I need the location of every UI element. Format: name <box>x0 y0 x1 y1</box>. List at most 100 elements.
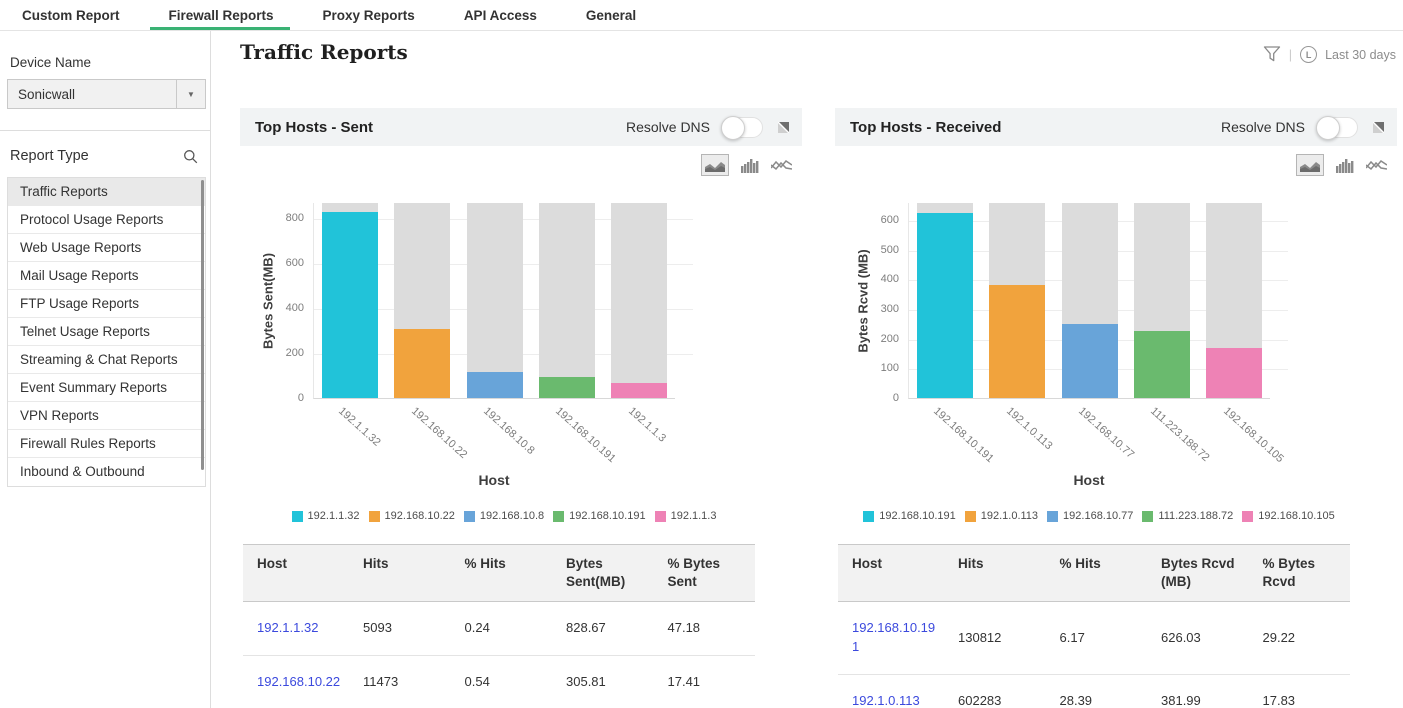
bar-column[interactable] <box>1053 203 1125 398</box>
tab-firewall-reports[interactable]: Firewall Reports <box>149 0 290 30</box>
x-axis-label: 192.168.10.8 <box>480 405 537 457</box>
sidebar-item-inbound-outbound[interactable]: Inbound & Outbound <box>8 458 205 486</box>
bar-column[interactable] <box>458 203 530 398</box>
bar-fill <box>538 377 595 398</box>
table-header-cell: Host <box>838 543 944 603</box>
panel-header: Top Hosts - Received Resolve DNS <box>835 108 1397 146</box>
panel-header: Top Hosts - Sent Resolve DNS <box>240 108 802 146</box>
bar-track <box>538 203 595 398</box>
x-axis-label: 192.168.10.191 <box>931 405 997 466</box>
tab-custom-report[interactable]: Custom Report <box>22 0 120 30</box>
bar-column[interactable] <box>603 203 675 398</box>
filter-icon[interactable] <box>1263 46 1281 63</box>
legend-item[interactable]: 111.223.188.72 <box>1142 510 1233 522</box>
legend-swatch <box>964 510 976 522</box>
plot-area <box>908 203 1288 399</box>
table-cell: 305.81 <box>552 655 654 708</box>
device-select[interactable]: Sonicwall ▼ <box>7 79 206 109</box>
legend-item[interactable]: 192.168.10.8 <box>463 510 545 522</box>
legend-item[interactable]: 192.168.10.22 <box>368 510 455 522</box>
sidebar-item-traffic-reports[interactable]: Traffic Reports <box>8 178 205 206</box>
x-axis-label: 192.1.1.32 <box>336 405 383 449</box>
host-link[interactable]: 192.1.0.113 <box>852 693 920 708</box>
y-axis-tick: 100 <box>880 362 899 375</box>
sidebar-item-web-usage-reports[interactable]: Web Usage Reports <box>8 234 205 262</box>
sidebar-item-event-summary-reports[interactable]: Event Summary Reports <box>8 374 205 402</box>
table-cell: 17.83 <box>1248 674 1350 708</box>
top-hosts-table: Host Hits% Hits Bytes Rcvd (MB)% Bytes Rcv… <box>838 543 1350 708</box>
y-axis-tick: 200 <box>285 346 304 359</box>
y-axis-tick: 800 <box>285 211 304 224</box>
top-hosts-sent-table: Host Hits% Hits Bytes Sent(MB)% Bytes Sent… <box>243 543 755 708</box>
bar-fill <box>610 382 667 398</box>
table-row: 192.168.10.191 130812 6.17 626.03 29.22 <box>838 601 1350 676</box>
legend-swatch <box>1047 510 1059 522</box>
bar-column[interactable] <box>1198 203 1270 398</box>
x-axis-label: 192.168.10.191 <box>553 405 619 466</box>
panel-top-hosts-received: Top Hosts - Received Resolve DNS Bytes R… <box>835 108 1397 708</box>
host-link[interactable]: 192.168.10.191 <box>852 620 935 654</box>
clock-icon[interactable]: L <box>1300 46 1318 63</box>
legend-item[interactable]: 192.1.0.113 <box>964 510 1038 522</box>
x-axis-title: Host <box>1073 472 1105 488</box>
table-cell: 11473 <box>349 655 451 708</box>
scrollbar[interactable] <box>201 180 204 470</box>
host-cell: 192.168.10.22 <box>243 655 349 708</box>
sidebar-item-firewall-rules-reports[interactable]: Firewall Rules Reports <box>8 430 205 458</box>
toggle-knob <box>721 115 745 140</box>
legend-item[interactable]: 192.168.10.191 <box>553 510 646 522</box>
sidebar-item-telnet-usage-reports[interactable]: Telnet Usage Reports <box>8 318 205 346</box>
legend-item[interactable]: 192.168.10.105 <box>1242 510 1335 522</box>
search-icon[interactable] <box>183 149 198 164</box>
sidebar-item-streaming-chat-reports[interactable]: Streaming & Chat Reports <box>8 346 205 374</box>
legend-label: 192.168.10.8 <box>479 510 545 522</box>
panel-title: Top Hosts - Received <box>850 118 1002 136</box>
chevron-down-icon[interactable]: ▼ <box>176 80 205 108</box>
bar-column[interactable] <box>909 203 981 398</box>
y-axis-tick: 300 <box>880 302 899 315</box>
table-cell: 828.67 <box>552 601 654 657</box>
host-cell: 192.168.10.191 <box>838 601 944 676</box>
sidebar: Device Name Sonicwall ▼ Report Type Traf… <box>0 31 211 708</box>
legend-item[interactable]: 192.168.10.77 <box>1047 510 1133 522</box>
expand-icon[interactable] <box>1373 121 1384 133</box>
sidebar-item-ftp-usage-reports[interactable]: FTP Usage Reports <box>8 290 205 318</box>
tab-api-access[interactable]: API Access <box>464 0 537 30</box>
legend-item[interactable]: 192.1.1.32 <box>291 510 360 522</box>
tab-general[interactable]: General <box>586 0 636 30</box>
host-link[interactable]: 192.168.10.22 <box>257 674 340 689</box>
y-axis-tick: 200 <box>880 332 899 345</box>
bar-column[interactable] <box>386 203 458 398</box>
table-row: 192.1.1.32 5093 0.24 828.67 47.18 <box>243 601 755 657</box>
table-header-cell: % Hits <box>450 543 552 603</box>
legend-item[interactable]: 192.1.1.3 <box>654 510 716 522</box>
bar-column[interactable] <box>314 203 386 398</box>
bar-column[interactable] <box>1126 203 1198 398</box>
resolve-dns-label: Resolve DNS <box>625 119 710 135</box>
table-header-cell: % Bytes Rcvd <box>1248 543 1350 603</box>
table-cell: 0.24 <box>450 601 552 657</box>
bar-column[interactable] <box>531 203 603 398</box>
table-cell: 0.54 <box>450 655 552 708</box>
sidebar-item-mail-usage-reports[interactable]: Mail Usage Reports <box>8 262 205 290</box>
expand-icon[interactable] <box>778 121 789 133</box>
resolve-dns-toggle[interactable] <box>721 115 763 140</box>
table-cell: 6.17 <box>1045 601 1147 676</box>
time-range-label[interactable]: Last 30 days <box>1325 48 1396 62</box>
bar-column[interactable] <box>981 203 1053 398</box>
tab-proxy-reports[interactable]: Proxy Reports <box>323 0 415 30</box>
sidebar-item-vpn-reports[interactable]: VPN Reports <box>8 402 205 430</box>
legend-swatch <box>291 510 303 522</box>
legend-swatch <box>1242 510 1254 522</box>
app-window: Custom Report Firewall Reports Proxy Rep… <box>0 0 1403 708</box>
bar-fill <box>1061 324 1118 398</box>
legend-item[interactable]: 192.168.10.191 <box>863 510 956 522</box>
legend-label: 192.168.10.105 <box>1258 510 1335 522</box>
resolve-dns-toggle[interactable] <box>1316 115 1358 140</box>
host-link[interactable]: 192.1.1.32 <box>257 620 318 635</box>
page-title: Traffic Reports <box>240 40 408 64</box>
table-header-cell: Hits <box>944 543 1046 603</box>
panel-top-hosts-sent: Top Hosts - Sent Resolve DNS Bytes Sent(… <box>240 108 802 708</box>
sidebar-item-protocol-usage-reports[interactable]: Protocol Usage Reports <box>8 206 205 234</box>
table-header-cell: Bytes Sent(MB) <box>552 543 654 603</box>
